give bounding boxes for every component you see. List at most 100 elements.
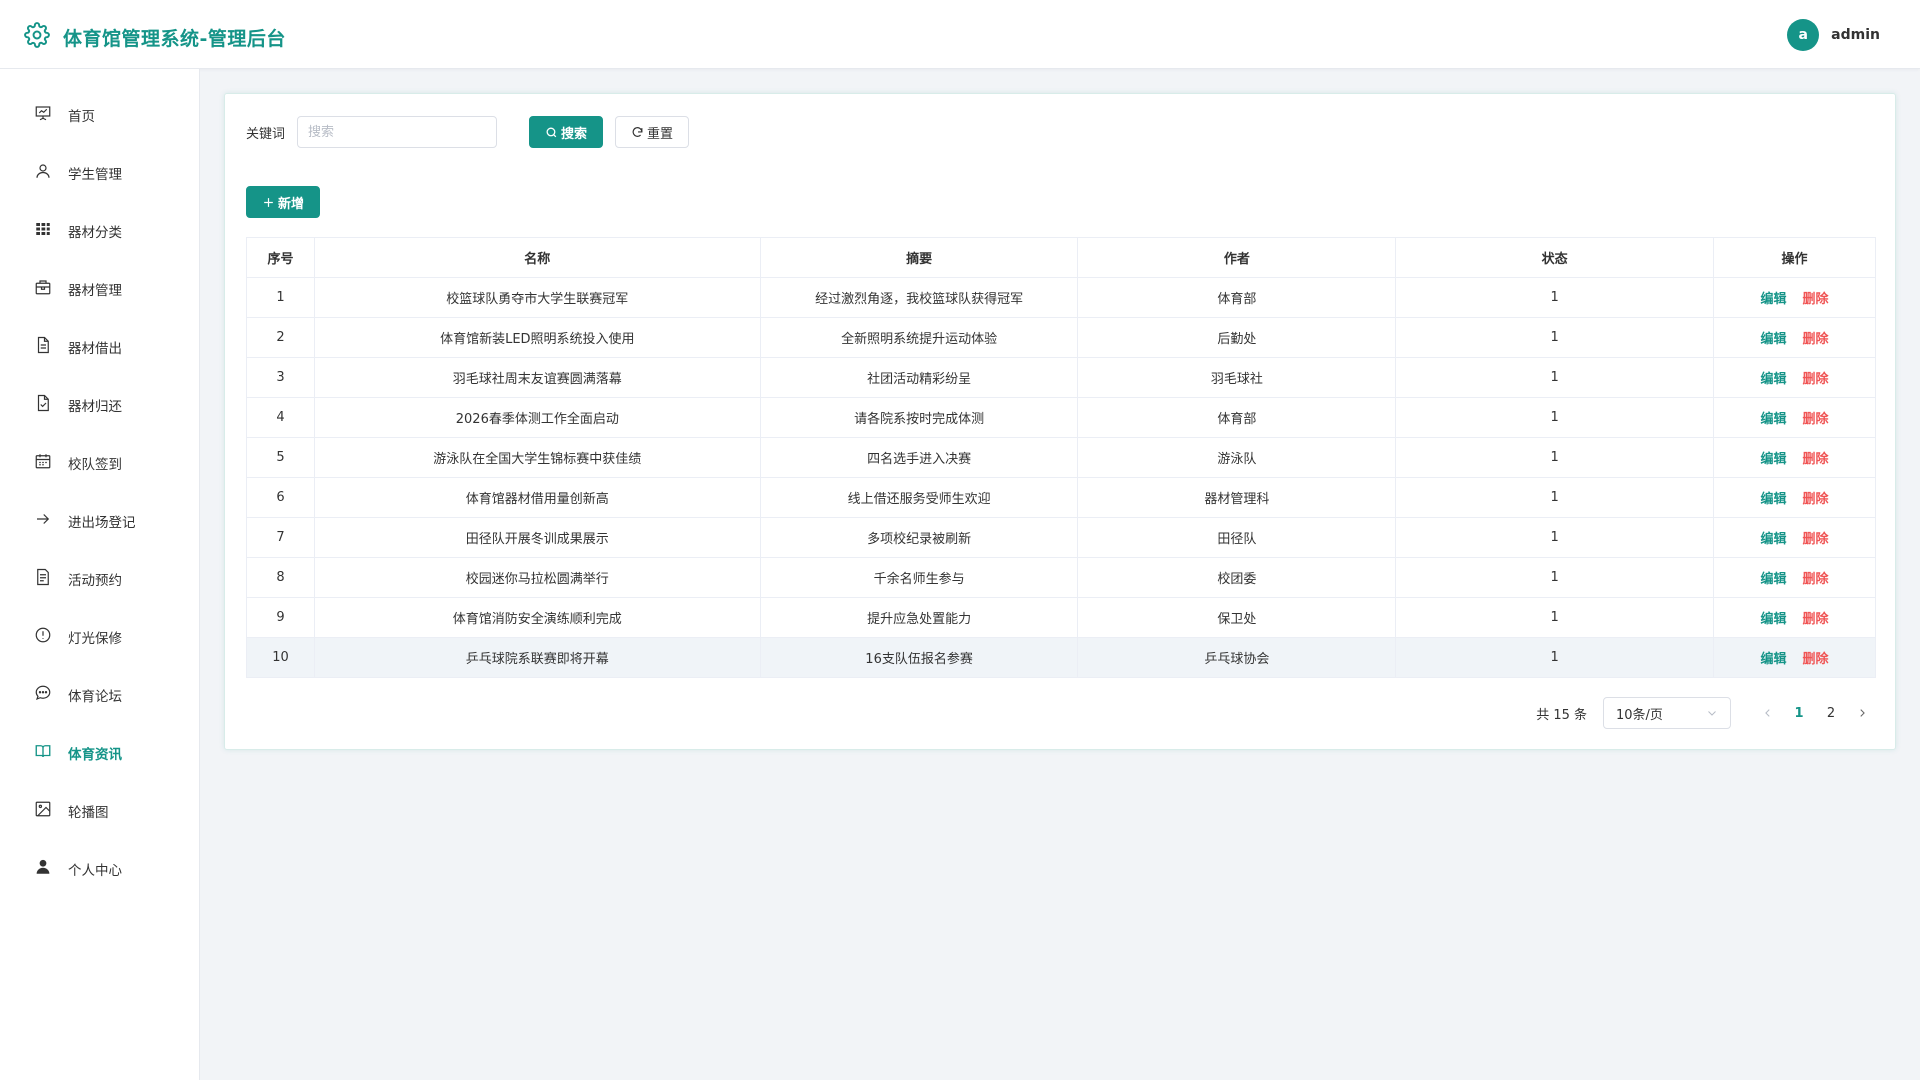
app-title: 体育馆管理系统-管理后台 bbox=[63, 27, 286, 50]
table-row: 1 校篮球队勇夺市大学生联赛冠军 经过激烈角逐，我校篮球队获得冠军 体育部 1 编辑 删除 bbox=[246, 277, 1876, 318]
search-input[interactable] bbox=[297, 116, 498, 148]
sidebar-item-light-repair[interactable]: 灯光保修 bbox=[0, 615, 199, 659]
add-button-label: 新增 bbox=[277, 196, 304, 212]
delete-button[interactable]: 删除 bbox=[1803, 532, 1829, 547]
delete-button[interactable]: 删除 bbox=[1803, 612, 1829, 627]
brand: 体育馆管理系统-管理后台 bbox=[24, 22, 286, 52]
news-status: 1 bbox=[1395, 357, 1715, 398]
column-header: 序号 bbox=[246, 237, 315, 278]
table-row: 8 校园迷你马拉松圆满举行 千余名师生参与 校团委 1 编辑 删除 bbox=[246, 557, 1876, 598]
table-header-row: 序号 名称 摘要 作者 状态 操作 bbox=[246, 237, 1876, 278]
edit-button[interactable]: 编辑 bbox=[1761, 292, 1787, 307]
news-name: 田径队开展冬训成果展示 bbox=[313, 517, 761, 558]
document-icon bbox=[34, 336, 52, 358]
row-actions: 编辑 删除 bbox=[1713, 557, 1876, 598]
sidebar-item-sports-news[interactable]: 体育资讯 bbox=[0, 731, 199, 775]
arrow-right-icon bbox=[34, 510, 52, 532]
edit-button[interactable]: 编辑 bbox=[1761, 612, 1787, 627]
add-button[interactable]: 新增 bbox=[246, 186, 320, 218]
delete-button[interactable]: 删除 bbox=[1803, 412, 1829, 427]
reset-button[interactable]: 重置 bbox=[615, 116, 690, 148]
sidebar-item-equipment-lend[interactable]: 器材借出 bbox=[0, 325, 199, 369]
table-row: 10 乒乓球院系联赛即将开幕 16支队伍报名参赛 乒乓球协会 1 编辑 删除 bbox=[246, 637, 1876, 678]
content-card: 关键词 搜索 重置 新增 序号 名称 摘要 作者 状态 操作 1校 bbox=[224, 93, 1896, 750]
delete-button[interactable]: 删除 bbox=[1803, 292, 1829, 307]
sidebar-item-label: 器材归还 bbox=[68, 399, 122, 415]
edit-button[interactable]: 编辑 bbox=[1761, 412, 1787, 427]
user-icon bbox=[34, 162, 52, 184]
user-menu[interactable]: a admin bbox=[1787, 19, 1880, 51]
news-name: 乒乓球院系联赛即将开幕 bbox=[313, 637, 761, 678]
table-row: 5 游泳队在全国大学生锦标赛中获佳绩 四名选手进入决赛 游泳队 1 编辑 删除 bbox=[246, 437, 1876, 478]
warning-icon bbox=[34, 626, 52, 648]
row-index: 1 bbox=[246, 277, 315, 318]
sidebar-item-team-checkin[interactable]: 校队签到 bbox=[0, 441, 199, 485]
keyword-label: 关键词 bbox=[246, 126, 286, 142]
sidebar-item-label: 校队签到 bbox=[68, 457, 122, 473]
news-name: 体育馆消防安全演练顺利完成 bbox=[313, 597, 761, 638]
sidebar-item-activity-booking[interactable]: 活动预约 bbox=[0, 557, 199, 601]
page-number[interactable]: 2 bbox=[1815, 698, 1847, 728]
row-actions: 编辑 删除 bbox=[1713, 277, 1876, 318]
row-index: 7 bbox=[246, 517, 315, 558]
avatar[interactable]: a bbox=[1787, 19, 1820, 51]
news-summary: 多项校纪录被刷新 bbox=[759, 517, 1079, 558]
row-actions: 编辑 删除 bbox=[1713, 637, 1876, 678]
edit-button[interactable]: 编辑 bbox=[1761, 572, 1787, 587]
news-table: 序号 名称 摘要 作者 状态 操作 1 校篮球队勇夺市大学生联赛冠军 经过激烈角逐，… bbox=[246, 237, 1876, 678]
delete-button[interactable]: 删除 bbox=[1803, 332, 1829, 347]
chevron-right-icon bbox=[1860, 709, 1865, 717]
search-button-label: 搜索 bbox=[561, 126, 588, 142]
delete-button[interactable]: 删除 bbox=[1803, 372, 1829, 387]
delete-button[interactable]: 删除 bbox=[1803, 652, 1829, 667]
news-summary: 16支队伍报名参赛 bbox=[759, 637, 1079, 678]
sidebar-item-label: 体育论坛 bbox=[68, 689, 122, 705]
sidebar-item-home[interactable]: 首页 bbox=[0, 93, 199, 137]
sidebar-item-forum[interactable]: 体育论坛 bbox=[0, 673, 199, 717]
news-author: 保卫处 bbox=[1077, 597, 1397, 638]
sidebar-item-equipment[interactable]: 器材管理 bbox=[0, 267, 199, 311]
row-actions: 编辑 删除 bbox=[1713, 357, 1876, 398]
next-page-button[interactable] bbox=[1847, 698, 1877, 728]
table-row: 4 2026春季体测工作全面启动 请各院系按时完成体测 体育部 1 编辑 删除 bbox=[246, 397, 1876, 438]
sidebar-item-carousel[interactable]: 轮播图 bbox=[0, 789, 199, 833]
edit-button[interactable]: 编辑 bbox=[1761, 372, 1787, 387]
plus-icon bbox=[264, 197, 273, 207]
search-button[interactable]: 搜索 bbox=[529, 116, 604, 148]
edit-button[interactable]: 编辑 bbox=[1761, 652, 1787, 667]
edit-button[interactable]: 编辑 bbox=[1761, 452, 1787, 467]
sidebar-item-entry-registration[interactable]: 进出场登记 bbox=[0, 499, 199, 543]
column-header: 状态 bbox=[1395, 237, 1715, 278]
delete-button[interactable]: 删除 bbox=[1803, 572, 1829, 587]
reset-button-label: 重置 bbox=[647, 126, 674, 142]
column-header: 摘要 bbox=[759, 237, 1079, 278]
search-bar: 关键词 搜索 重置 bbox=[246, 116, 690, 148]
sidebar-item-label: 首页 bbox=[68, 109, 95, 125]
total-count: 共 15 条 bbox=[1536, 707, 1587, 723]
edit-button[interactable]: 编辑 bbox=[1761, 492, 1787, 507]
sidebar-item-label: 个人中心 bbox=[68, 863, 122, 879]
news-author: 校团委 bbox=[1077, 557, 1397, 598]
page-number[interactable]: 1 bbox=[1783, 698, 1815, 728]
sidebar-item-equipment-category[interactable]: 器材分类 bbox=[0, 209, 199, 253]
news-status: 1 bbox=[1395, 517, 1715, 558]
sidebar-item-profile[interactable]: 个人中心 bbox=[0, 847, 199, 891]
news-name: 羽毛球社周末友谊赛圆满落幕 bbox=[313, 357, 761, 398]
delete-button[interactable]: 删除 bbox=[1803, 452, 1829, 467]
username[interactable]: admin bbox=[1831, 27, 1880, 43]
delete-button[interactable]: 删除 bbox=[1803, 492, 1829, 507]
chat-icon bbox=[34, 684, 52, 706]
calendar-icon bbox=[34, 452, 52, 474]
news-name: 校园迷你马拉松圆满举行 bbox=[313, 557, 761, 598]
sidebar-item-equipment-return[interactable]: 器材归还 bbox=[0, 383, 199, 427]
news-author: 后勤处 bbox=[1077, 317, 1397, 358]
page-size-select[interactable]: 10条/页 bbox=[1603, 697, 1731, 729]
sidebar-item-students[interactable]: 学生管理 bbox=[0, 151, 199, 195]
edit-button[interactable]: 编辑 bbox=[1761, 332, 1787, 347]
news-status: 1 bbox=[1395, 637, 1715, 678]
sidebar-item-label: 器材分类 bbox=[68, 225, 122, 241]
news-summary: 经过激烈角逐，我校篮球队获得冠军 bbox=[759, 277, 1079, 318]
edit-button[interactable]: 编辑 bbox=[1761, 532, 1787, 547]
news-name: 游泳队在全国大学生锦标赛中获佳绩 bbox=[313, 437, 761, 478]
prev-page-button[interactable] bbox=[1753, 698, 1783, 728]
